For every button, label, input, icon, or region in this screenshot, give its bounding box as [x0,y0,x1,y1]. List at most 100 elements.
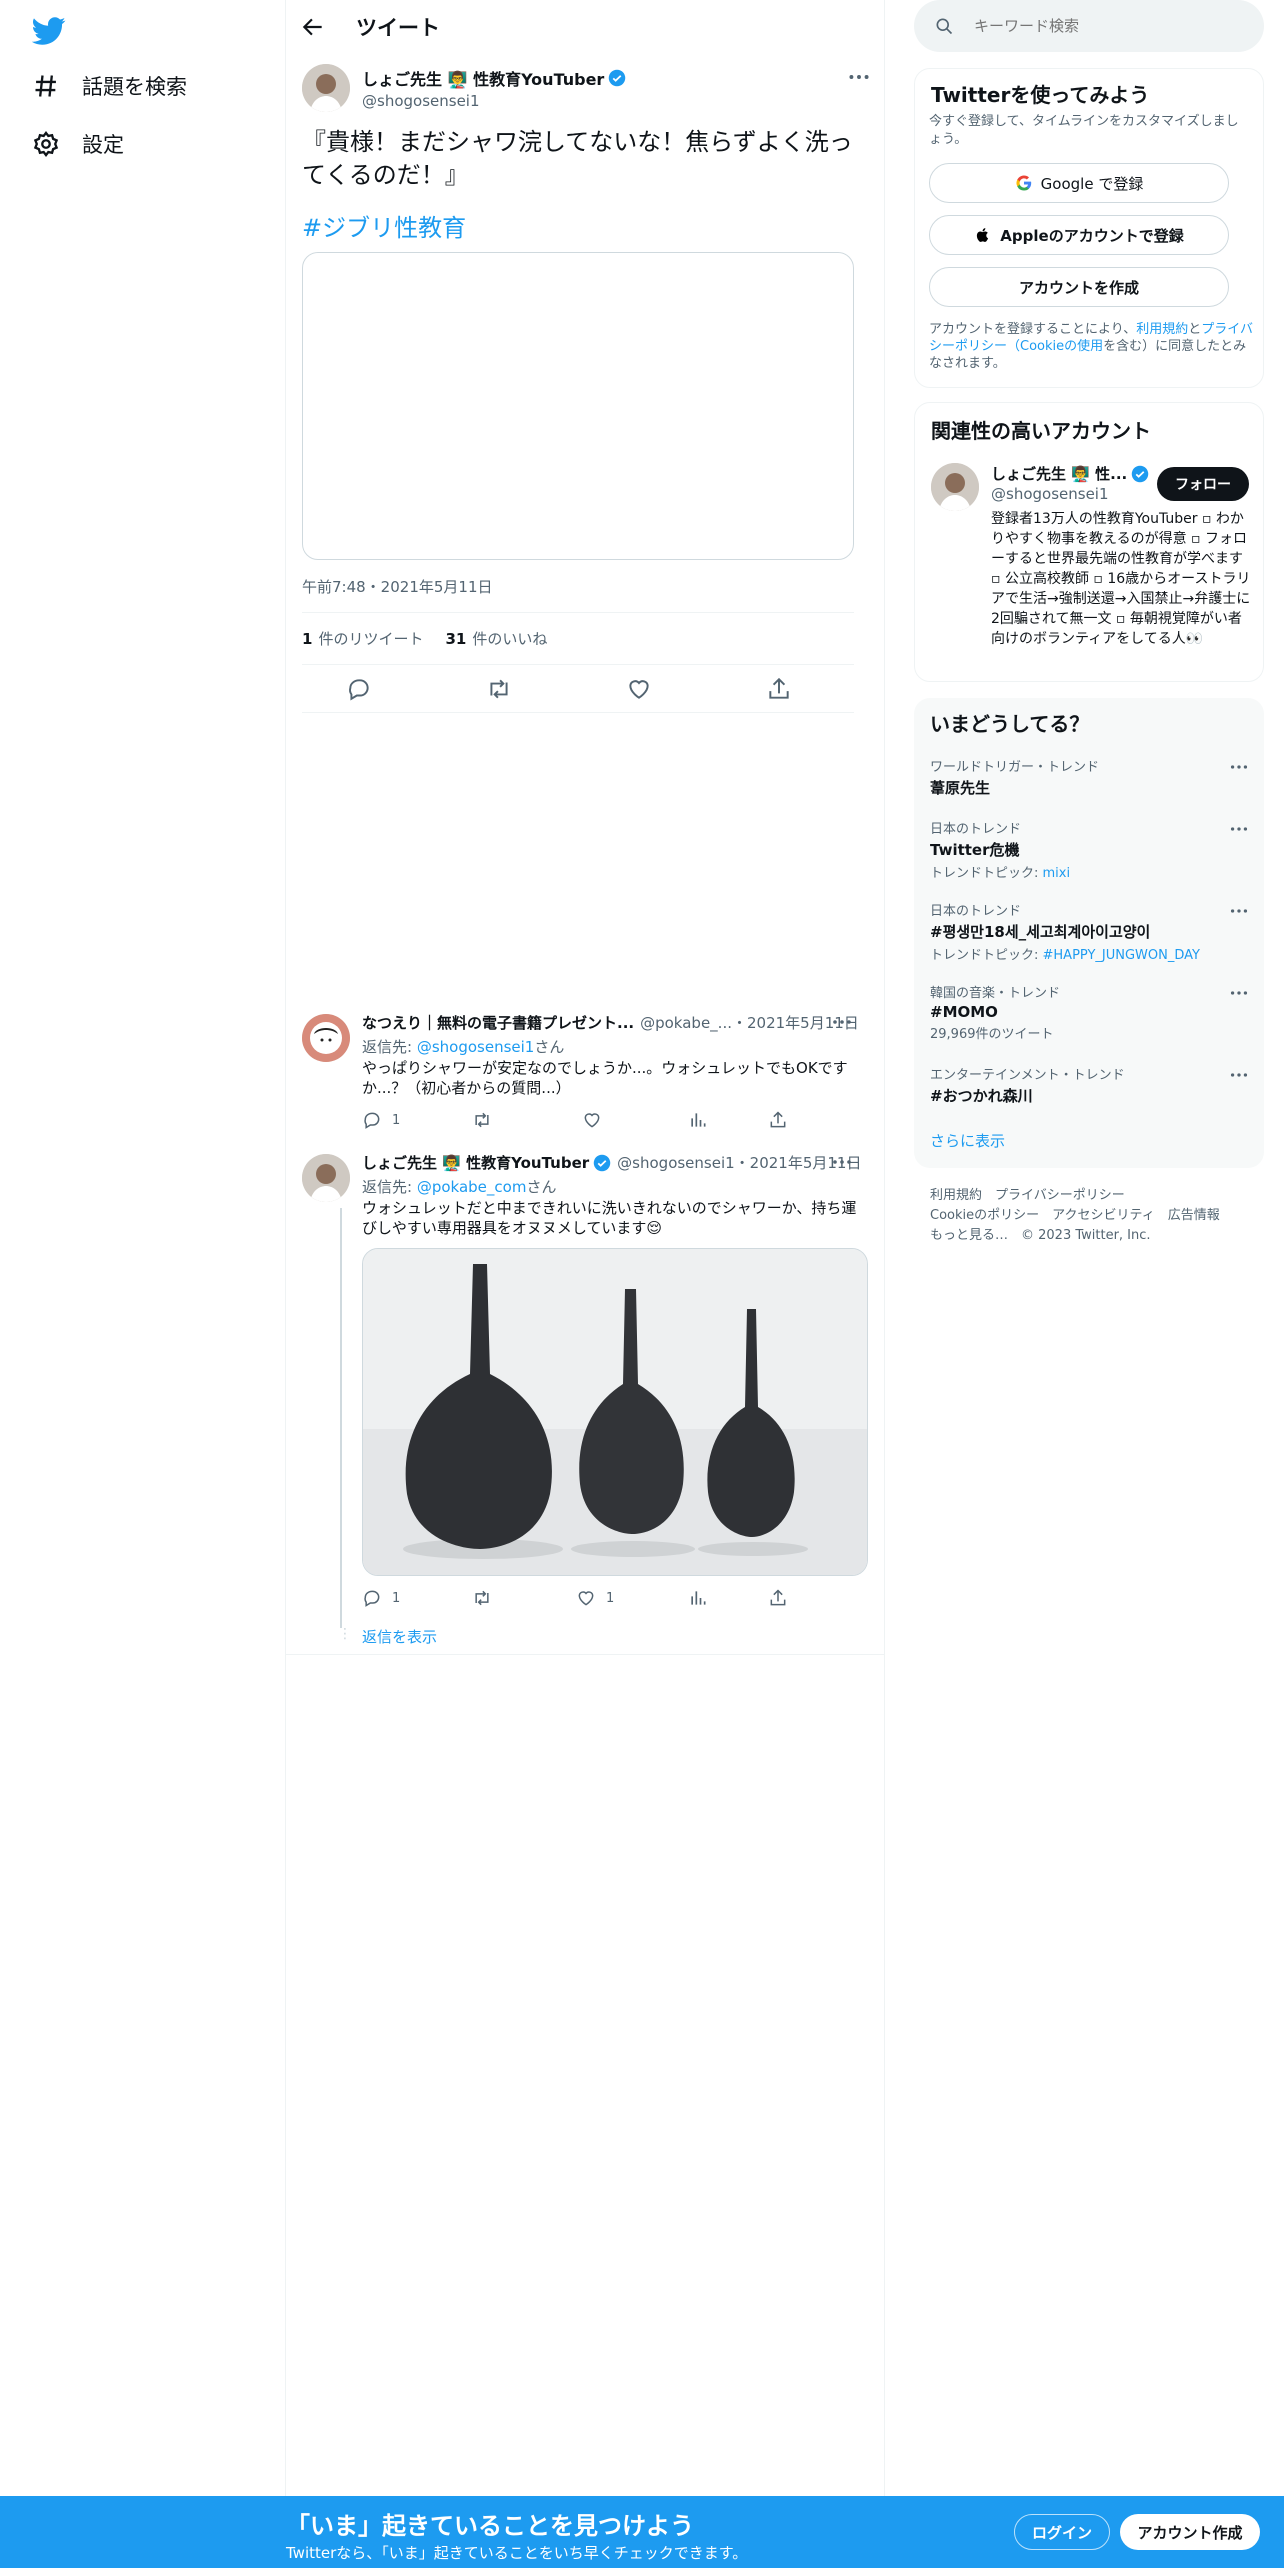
verified-badge-icon [1131,465,1149,482]
twitter-logo-icon[interactable] [32,14,66,48]
retweet-icon[interactable] [486,676,512,702]
more-icon[interactable] [1228,1064,1250,1086]
hashtag-link[interactable]: #ジブリ性教育 [302,208,466,243]
nav-settings-label: 設定 [82,133,124,157]
show-more-link[interactable]: さらに表示 [930,1130,1005,1151]
apple-icon [977,228,989,242]
like-button[interactable] [582,1110,612,1130]
trend-item[interactable]: 日本のトレンド #평생만18세_세고최계아이고양이 トレンドトピック: #HAP… [930,900,1250,963]
handle-date[interactable]: @shogosensei1・2021年5月11日 [617,1152,861,1173]
tweet-timestamp[interactable]: 午前7:48・2021年5月11日 [302,576,493,597]
related-name-row[interactable]: しょご先生 👨‍🏫 性... [991,463,1149,484]
create-account-button[interactable]: アカウントを作成 [929,267,1229,307]
reply-header: なつえり｜無料の電子書籍プレゼント... @pokabe_...・2021年5月… [362,1012,859,1033]
thread-line [340,1208,342,1628]
nav-settings[interactable]: 設定 [32,122,124,166]
trend-item[interactable]: 韓国の音楽・トレンド #MOMO 29,969件のツイート [930,982,1250,1042]
trend-name: 葦原先生 [930,779,991,797]
verified-badge-icon [593,1154,611,1171]
retweet-button[interactable] [472,1588,502,1608]
trend-sub: トレンドトピック: [930,948,1043,963]
trend-item[interactable]: 日本のトレンド Twitter危機 トレンドトピック: mixi [930,818,1250,881]
search-bar[interactable] [914,0,1264,52]
reply-to: 返信先: @shogosensei1さん [362,1038,565,1056]
reply-to-link[interactable]: @pokabe_com [417,1178,527,1196]
reply-tweet[interactable]: なつえり｜無料の電子書籍プレゼント... @pokabe_...・2021年5月… [302,1012,868,1132]
more-icon[interactable] [1228,900,1250,922]
login-button[interactable]: ログイン [1014,2514,1110,2550]
show-replies-link[interactable]: 返信を表示 [362,1626,437,1647]
footer-line[interactable]: Cookieのポリシー アクセシビリティ 広告情報 [930,1206,1220,1226]
more-icon[interactable] [846,64,872,90]
media-placeholder[interactable] [302,252,854,560]
trend-name: #MOMO [930,1003,998,1021]
terms-text: アカウントを登録することにより、利用規約とプライバシーポリシー（Cookieの使… [929,322,1254,371]
reply-tweet[interactable]: しょご先生 👨‍🏫 性教育YouTuber @shogosensei1・2021… [302,1152,868,1652]
trend-topic-link[interactable]: #HAPPY_JUNGWON_DAY [1043,948,1200,963]
reply-button[interactable]: 1 [362,1588,400,1608]
author-name[interactable]: しょご先生 👨‍🏫 性教育YouTuber [362,1152,589,1173]
more-icon[interactable] [1228,818,1250,840]
trend-topic-link[interactable]: mixi [1043,866,1071,881]
avatar[interactable] [302,1014,350,1062]
more-icon[interactable] [830,1150,854,1174]
banner-subtitle: Twitterなら、「いま」起きていることをいち早くチェックできます。 [286,2544,748,2562]
reply-to: 返信先: @pokabe_comさん [362,1178,557,1196]
share-button[interactable] [768,1110,798,1130]
analytics-icon [691,1113,706,1127]
like-icon[interactable] [626,676,652,702]
trend-category: ワールドトリガー・トレンド [930,760,1100,775]
reply-button[interactable]: 1 [362,1110,400,1130]
more-icon[interactable] [1228,982,1250,1004]
back-arrow-icon[interactable] [300,14,326,40]
terms-link[interactable]: 利用規約 [1136,322,1188,337]
google-signup-button[interactable]: Google で登録 [929,163,1229,203]
avatar[interactable] [302,1154,350,1202]
retweets-stat[interactable]: 1 件のリツイート [302,628,423,649]
search-icon [936,18,953,35]
apple-signup-button[interactable]: Appleのアカウントで登録 [929,215,1229,255]
trends-title: いまどうしてる？ [930,712,1090,736]
footer-line[interactable]: 利用規約 プライバシーポリシー [930,1186,1220,1206]
share-icon[interactable] [766,676,792,702]
follow-button[interactable]: フォロー [1157,467,1249,501]
avatar[interactable] [931,463,979,511]
reply-icon [364,1112,380,1129]
footer-line[interactable]: もっと見る… © 2023 Twitter, Inc. [930,1226,1220,1246]
footer-links: 利用規約 プライバシーポリシー Cookieのポリシー アクセシビリティ 広告情… [930,1186,1220,1246]
more-icon[interactable] [830,1010,854,1034]
likes-stat[interactable]: 31 件のいいね [445,628,547,649]
verified-badge-icon [609,69,626,87]
author-handle: @shogosensei1 [362,92,480,110]
tweet-author[interactable]: しょご先生 👨‍🏫 性教育YouTuber @shogosensei1 [302,64,626,112]
retweet-icon [475,1112,489,1128]
analytics-button[interactable] [688,1110,718,1130]
like-icon [578,1591,594,1606]
nav-explore[interactable]: 話題を検索 [32,64,187,108]
apple-signup-label: Appleのアカウントで登録 [1000,226,1184,245]
tweet-stats: 1 件のリツイート 31 件のいいね [302,628,547,649]
retweet-button[interactable] [472,1110,502,1130]
reply-to-link[interactable]: @shogosensei1 [417,1038,535,1056]
more-icon[interactable] [1228,756,1250,778]
search-input[interactable] [974,17,1234,35]
author-name[interactable]: なつえり｜無料の電子書籍プレゼント... [362,1012,634,1033]
reply-media-image[interactable] [362,1248,868,1576]
like-button[interactable]: 1 [576,1588,614,1608]
tweet-text: 『貴様！まだシャワ浣してないな！焦らずよく洗ってくるのだ！』 [302,128,853,189]
handle-date[interactable]: @pokabe_...・2021年5月11日 [640,1012,859,1033]
share-button[interactable] [768,1588,798,1608]
divider [302,664,854,665]
reply-actions: 1 [362,1110,802,1134]
trend-item[interactable]: エンターテインメント・トレンド #おつかれ森川 [930,1064,1250,1106]
analytics-button[interactable] [688,1588,718,1608]
signup-panel: Twitterを使ってみよう 今すぐ登録して、タイムラインをカスタマイズしましょ… [914,68,1264,388]
trend-item[interactable]: ワールドトリガー・トレンド 葦原先生 [930,756,1250,798]
avatar[interactable] [302,64,350,112]
thread-dots: ⋮ [338,1626,352,1642]
divider [285,0,286,2568]
reply-header: しょご先生 👨‍🏫 性教育YouTuber @shogosensei1・2021… [362,1152,861,1173]
reply-icon[interactable] [346,676,372,702]
signup-button[interactable]: アカウント作成 [1120,2514,1260,2550]
like-icon [584,1113,600,1128]
